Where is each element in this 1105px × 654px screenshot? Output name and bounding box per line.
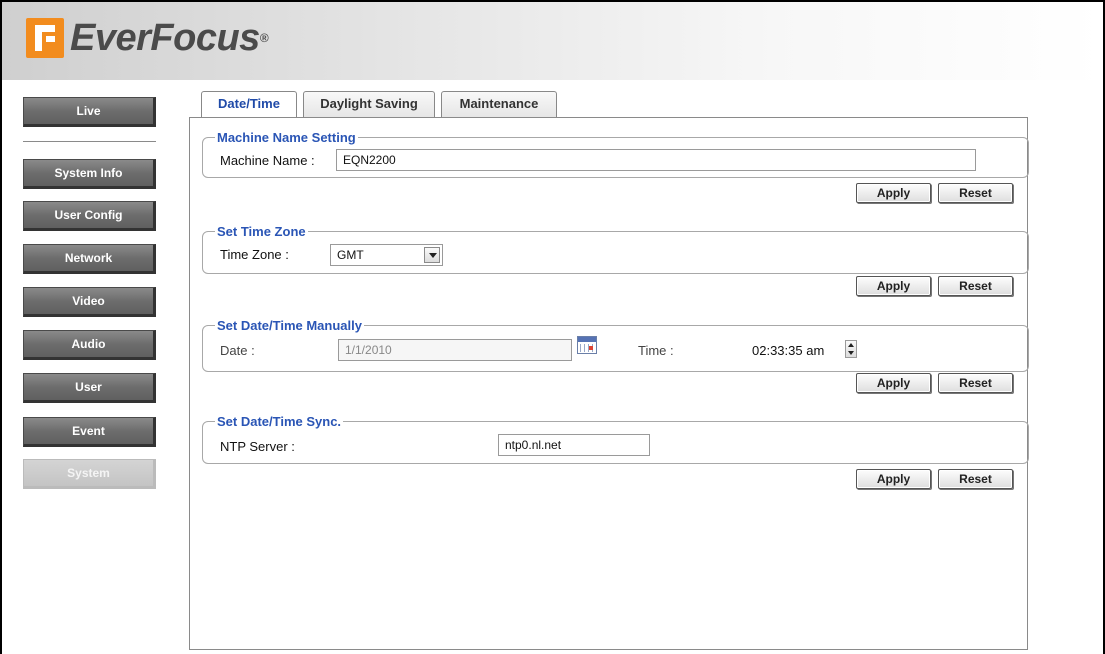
time-label: Time : xyxy=(638,343,674,358)
sidebar-item-audio[interactable]: Audio xyxy=(23,330,156,360)
sync-legend: Set Date/Time Sync. xyxy=(217,414,342,429)
sidebar-item-system[interactable]: System xyxy=(23,459,156,489)
machine-name-legend: Machine Name Setting xyxy=(217,130,356,145)
sync-reset-button[interactable]: Reset xyxy=(938,469,1013,489)
time-spinner-icon[interactable] xyxy=(845,340,857,358)
chevron-down-icon[interactable] xyxy=(424,247,440,263)
sidebar-divider xyxy=(23,141,156,142)
tab-daylight-saving[interactable]: Daylight Saving xyxy=(303,91,435,117)
time-zone-apply-button[interactable]: Apply xyxy=(856,276,931,296)
time-zone-reset-button[interactable]: Reset xyxy=(938,276,1013,296)
ntp-server-label: NTP Server : xyxy=(220,439,295,454)
brand-name: EverFocus® xyxy=(70,17,269,59)
machine-name-reset-button[interactable]: Reset xyxy=(938,183,1013,203)
sync-apply-button[interactable]: Apply xyxy=(856,469,931,489)
time-input[interactable]: 02:33:35 am xyxy=(752,340,852,362)
manual-reset-button[interactable]: Reset xyxy=(938,373,1013,393)
everfocus-logo: EverFocus® xyxy=(26,17,269,59)
tab-maintenance[interactable]: Maintenance xyxy=(441,91,557,117)
time-zone-select[interactable]: GMT xyxy=(330,244,443,266)
manual-apply-button[interactable]: Apply xyxy=(856,373,931,393)
date-label: Date : xyxy=(220,343,255,358)
sidebar-item-user-config[interactable]: User Config xyxy=(23,201,156,231)
manual-date-time-group: Set Date/Time Manually xyxy=(202,318,1029,372)
time-zone-label: Time Zone : xyxy=(220,247,289,262)
settings-panel: Machine Name Setting Machine Name : EQN2… xyxy=(189,117,1029,650)
tab-date-time[interactable]: Date/Time xyxy=(201,91,297,117)
header-banner: EverFocus® xyxy=(2,2,1103,80)
machine-name-apply-button[interactable]: Apply xyxy=(856,183,931,203)
sidebar-item-event[interactable]: Event xyxy=(23,417,156,447)
machine-name-input[interactable]: EQN2200 xyxy=(336,149,976,171)
time-zone-group: Set Time Zone xyxy=(202,224,1029,274)
calendar-icon[interactable] xyxy=(577,336,597,354)
machine-name-label: Machine Name : xyxy=(220,153,315,168)
time-zone-value: GMT xyxy=(337,248,364,262)
sidebar-item-video[interactable]: Video xyxy=(23,287,156,317)
date-input[interactable]: 1/1/2010 xyxy=(338,339,572,361)
sidebar-item-user[interactable]: User xyxy=(23,373,156,403)
manual-date-time-legend: Set Date/Time Manually xyxy=(217,318,362,333)
sidebar-item-live[interactable]: Live xyxy=(23,97,156,127)
ntp-server-input[interactable]: ntp0.nl.net xyxy=(498,434,650,456)
sidebar-item-system-info[interactable]: System Info xyxy=(23,159,156,189)
time-zone-legend: Set Time Zone xyxy=(217,224,306,239)
sidebar-item-network[interactable]: Network xyxy=(23,244,156,274)
everfocus-logo-icon xyxy=(26,18,64,58)
